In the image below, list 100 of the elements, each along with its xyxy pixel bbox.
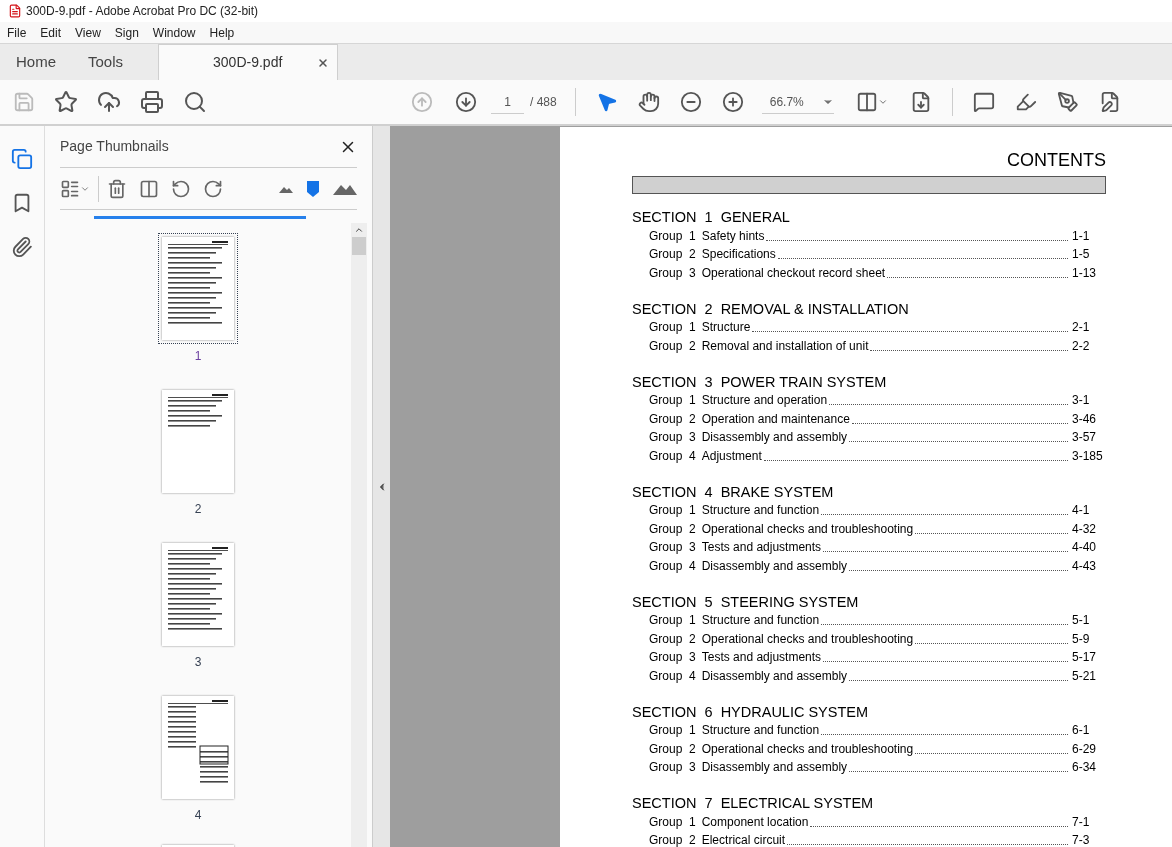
section-heading: SECTION 1 GENERAL xyxy=(632,208,791,226)
group-title: Disassembly and assembly xyxy=(701,557,848,575)
comment-icon[interactable] xyxy=(972,91,995,113)
pages-icon[interactable] xyxy=(11,148,33,170)
scroll-up-icon[interactable] xyxy=(354,225,364,235)
menu-item[interactable]: View xyxy=(75,23,101,42)
split-page-icon[interactable] xyxy=(139,178,159,199)
page-reference: 3-185 xyxy=(1072,447,1104,465)
group-number: Group 3 xyxy=(649,539,696,556)
options-icon[interactable] xyxy=(60,178,90,199)
group-number: Group 2 xyxy=(649,410,696,428)
page-reference: 4-32 xyxy=(1072,520,1098,538)
page-thumbnail[interactable] xyxy=(158,233,238,344)
group-number: Group 1 xyxy=(649,392,696,409)
rotate-left-icon[interactable] xyxy=(171,178,191,199)
page-reference: 6-29 xyxy=(1072,740,1098,758)
group-number: Group 4 xyxy=(649,667,696,685)
page-number-field[interactable]: 1 xyxy=(491,90,524,114)
group-title: Electrical circuit xyxy=(701,832,786,847)
small-mountain-icon[interactable] xyxy=(279,184,293,193)
page-reference: 1-1 xyxy=(1072,227,1091,245)
menu-item[interactable]: Window xyxy=(152,23,196,42)
search-icon[interactable] xyxy=(183,90,207,114)
hand-icon[interactable] xyxy=(637,91,660,113)
group-number: Group 3 xyxy=(649,429,696,446)
section-heading: SECTION 7 ELECTRICAL SYSTEM xyxy=(632,794,875,812)
large-mountain-icon[interactable] xyxy=(333,182,357,195)
group-title: Safety hints xyxy=(701,227,765,245)
page-reference: 5-1 xyxy=(1072,612,1091,629)
page-reference: 2-1 xyxy=(1072,319,1091,336)
slider-handle[interactable] xyxy=(307,180,319,197)
paperclip-icon[interactable] xyxy=(11,236,33,258)
menu-item[interactable]: Sign xyxy=(114,23,139,42)
group-title: Operational checks and troubleshooting xyxy=(701,630,914,648)
group-number: Group 1 xyxy=(649,319,696,336)
group-number: Group 1 xyxy=(649,227,696,245)
rotate-right-icon[interactable] xyxy=(203,178,223,199)
group-number: Group 1 xyxy=(649,813,696,831)
document-tab[interactable]: 300D-9.pdf xyxy=(158,44,339,80)
close-icon[interactable] xyxy=(317,56,330,69)
scrollbar-thumb[interactable] xyxy=(352,237,366,255)
group-number: Group 4 xyxy=(649,557,696,575)
page-number-label: 3 xyxy=(194,654,202,670)
group-title: Operational checks and troubleshooting xyxy=(701,740,914,758)
group-title: Adjustment xyxy=(701,447,762,465)
page-reference: 4-1 xyxy=(1072,502,1091,519)
group-number: Group 2 xyxy=(649,832,696,847)
page-reference: 4-40 xyxy=(1072,539,1098,556)
group-number: Group 2 xyxy=(649,740,696,758)
group-title: Operation and maintenance xyxy=(701,410,850,428)
highlighter-icon[interactable] xyxy=(1014,91,1037,113)
zoom-dropdown[interactable]: 66.7% xyxy=(761,90,834,114)
fit-page-icon[interactable] xyxy=(855,91,888,113)
pen-icon[interactable] xyxy=(1056,91,1079,113)
section-heading: SECTION 6 HYDRAULIC SYSTEM xyxy=(632,702,870,721)
section-heading: SECTION 5 STEERING SYSTEM xyxy=(632,592,860,611)
print-icon[interactable] xyxy=(140,90,164,114)
group-title: Operational checks and troubleshooting xyxy=(701,520,914,538)
page-reference: 7-1 xyxy=(1072,813,1091,831)
page-reference: 5-17 xyxy=(1072,649,1098,666)
section-heading: SECTION 4 BRAKE SYSTEM xyxy=(632,482,835,501)
panel-title: Page Thumbnails xyxy=(60,137,169,156)
group-number: Group 3 xyxy=(649,649,696,666)
tab-label: 300D-9.pdf xyxy=(213,53,283,72)
pdf-file-icon xyxy=(8,4,22,18)
page-reference: 3-46 xyxy=(1072,410,1098,428)
arrow-down-icon[interactable] xyxy=(455,91,477,113)
menu-item[interactable]: Edit xyxy=(40,23,62,42)
group-title: Structure and operation xyxy=(701,392,828,409)
group-title: Operational checkout record sheet xyxy=(701,264,886,282)
page-reference: 1-5 xyxy=(1072,246,1091,263)
group-title: Component location xyxy=(701,813,809,831)
group-number: Group 2 xyxy=(649,630,696,648)
page-reference: 6-1 xyxy=(1072,722,1091,739)
star-icon[interactable] xyxy=(54,90,78,114)
zoom-in-icon[interactable] xyxy=(721,91,744,113)
zoom-out-icon[interactable] xyxy=(679,91,702,113)
group-title: Removal and installation of unit xyxy=(701,337,869,355)
page-number-label: 1 xyxy=(194,348,202,364)
page-reference: 6-34 xyxy=(1072,759,1098,776)
contents-heading: CONTENTS xyxy=(1007,149,1106,172)
page-reference: 1-13 xyxy=(1072,264,1098,282)
page-number-label: 2 xyxy=(194,501,202,517)
group-title: Disassembly and assembly xyxy=(701,667,848,685)
section-heading: SECTION 3 POWER TRAIN SYSTEM xyxy=(632,372,888,391)
group-number: Group 2 xyxy=(649,246,696,263)
page-reference: 7-3 xyxy=(1072,832,1091,847)
menu-item[interactable]: File xyxy=(7,23,27,42)
menu-item[interactable]: Help xyxy=(209,23,235,42)
group-number: Group 4 xyxy=(649,447,696,465)
page-reference: 2-2 xyxy=(1072,337,1091,355)
group-title: Structure and function xyxy=(701,502,820,519)
page-count: / 488 xyxy=(530,94,557,111)
trash-icon[interactable] xyxy=(107,178,127,199)
cloud-upload-icon[interactable] xyxy=(97,90,121,114)
group-title: Structure and function xyxy=(701,612,820,629)
page-number-label: 4 xyxy=(194,807,202,823)
group-number: Group 1 xyxy=(649,722,696,739)
group-number: Group 2 xyxy=(649,337,696,355)
group-number: Group 3 xyxy=(649,264,696,282)
